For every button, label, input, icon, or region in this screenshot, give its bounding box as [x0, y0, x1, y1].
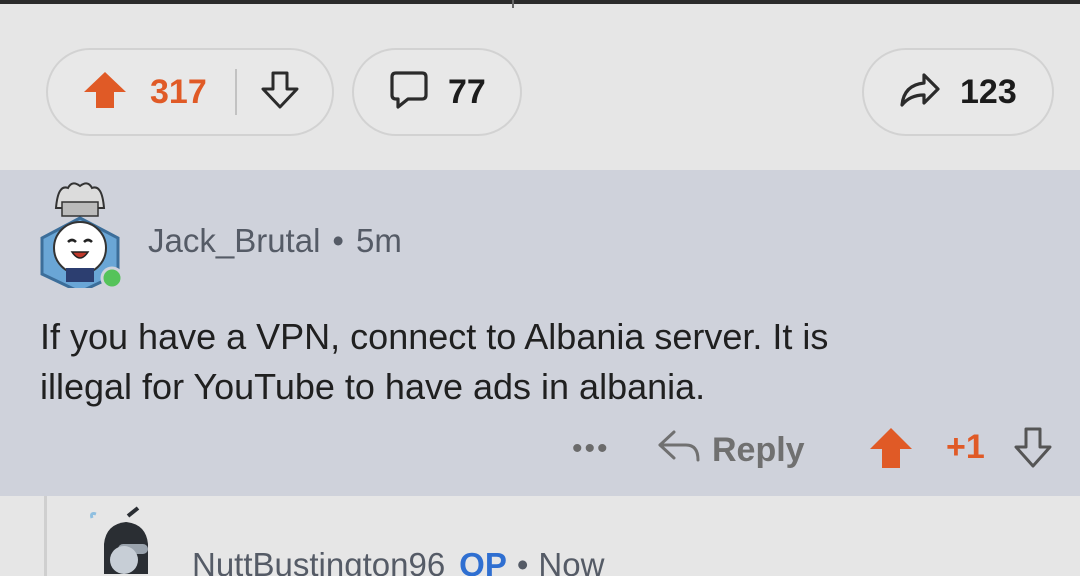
op-badge: OP	[459, 546, 507, 576]
vote-pill: 317	[46, 48, 334, 136]
separator-dot: •	[516, 546, 529, 576]
reply-label: Reply	[712, 431, 805, 469]
post-action-bar: 317 77 123	[0, 8, 1080, 150]
reply-button[interactable]: Reply	[656, 428, 805, 473]
reply-comment: NuttBustington96 OP • Now	[0, 496, 1080, 576]
comments-button[interactable]: 77	[352, 48, 522, 136]
comment: Jack_Brutal • 5m If you have a VPN, conn…	[0, 170, 1080, 496]
vote-divider	[234, 69, 237, 115]
comment-text-line: illegal for YouTube to have ads in alban…	[40, 366, 706, 407]
reply-arrow-icon	[656, 428, 702, 473]
comment-score: +1	[946, 428, 985, 466]
comment-body: If you have a VPN, connect to Albania se…	[40, 312, 1040, 412]
comment-actions: ••• Reply +1	[0, 420, 1080, 476]
upvote-icon[interactable]	[82, 70, 128, 115]
comment-text-line: If you have a VPN, connect to Albania se…	[40, 316, 829, 357]
share-button[interactable]: 123	[862, 48, 1054, 136]
comment-downvote-icon[interactable]	[1012, 426, 1054, 475]
reply-username[interactable]: NuttBustington96	[192, 546, 445, 576]
reply-avatar[interactable]	[84, 504, 168, 576]
comment-header: Jack_Brutal • 5m	[148, 222, 402, 260]
comment-bubble-icon	[388, 69, 430, 116]
reply-time: Now	[538, 546, 605, 576]
share-count: 123	[960, 72, 1017, 111]
top-border	[0, 0, 1080, 4]
comment-time: 5m	[355, 222, 402, 259]
reply-header: NuttBustington96 OP • Now	[192, 546, 604, 576]
thread-line[interactable]	[44, 496, 47, 576]
comment-upvote-icon[interactable]	[868, 426, 914, 475]
more-options-icon[interactable]: •••	[572, 432, 610, 466]
top-tick	[512, 0, 514, 8]
downvote-icon[interactable]	[259, 70, 301, 115]
user-avatar[interactable]	[32, 178, 128, 294]
comment-username[interactable]: Jack_Brutal	[148, 222, 320, 260]
separator-dot: •	[332, 222, 344, 259]
post-score: 317	[150, 72, 207, 111]
share-arrow-icon	[898, 71, 942, 114]
comment-count: 77	[448, 72, 486, 111]
